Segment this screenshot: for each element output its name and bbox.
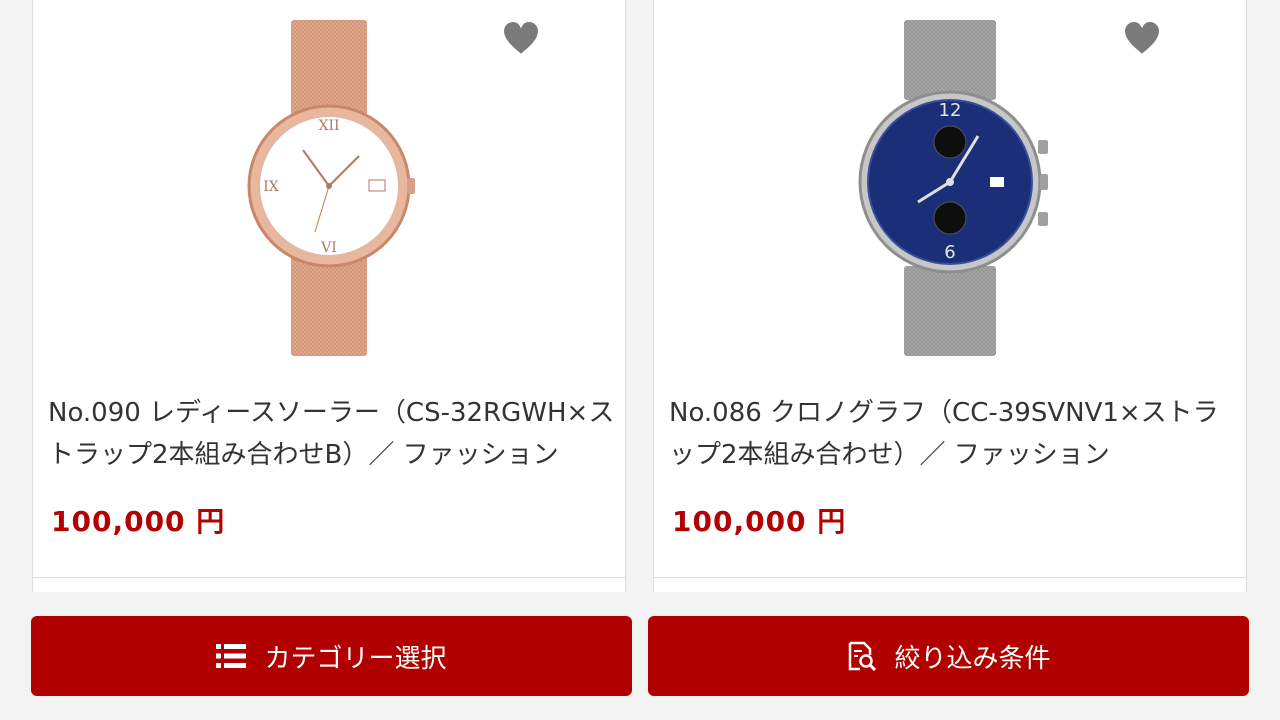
product-title[interactable]: No.086 クロノグラフ（CC-39SVNV1×ストラップ2本組み合わせ）／ … [669,392,1237,476]
product-price: 100,000 円 [51,505,226,538]
filter-conditions-label: 絞り込み条件 [894,643,1051,674]
svg-text:XII: XII [318,118,339,134]
filter-conditions-button[interactable]: 絞り込み条件 [648,616,1249,696]
svg-text:IX: IX [263,179,279,195]
rose-gold-watch-image: XII VI IX [247,20,415,356]
product-card[interactable]: 12 6 No.086 クロノグラフ（CC-39SVNV1×ストラップ2本組み合… [653,0,1247,640]
svg-text:6: 6 [944,242,955,263]
product-image[interactable]: 12 6 [720,0,1180,372]
product-title[interactable]: No.090 レディースソーラー（CS-32RGWH×ストラップ2本組み合わせB… [48,392,616,476]
svg-text:VI: VI [320,240,337,256]
svg-text:12: 12 [939,100,962,121]
divider [654,577,1246,578]
favorite-button[interactable] [1118,14,1166,62]
product-price: 100,000 円 [672,505,847,538]
list-icon [216,643,247,669]
filter-search-icon [846,641,877,671]
product-card[interactable]: XII VI IX No.090 レディースソーラー（CS-32RGWH×ストラ… [32,0,626,640]
category-select-button[interactable]: カテゴリー選択 [31,616,632,696]
silver-chronograph-watch-image: 12 6 [858,20,1048,356]
heart-icon [501,19,541,57]
product-image[interactable]: XII VI IX [99,0,559,372]
divider [33,577,625,578]
favorite-button[interactable] [497,14,545,62]
heart-icon [1122,19,1162,57]
bottom-action-bar: カテゴリー選択 絞り込み条件 [0,592,1280,720]
category-select-label: カテゴリー選択 [264,643,447,674]
